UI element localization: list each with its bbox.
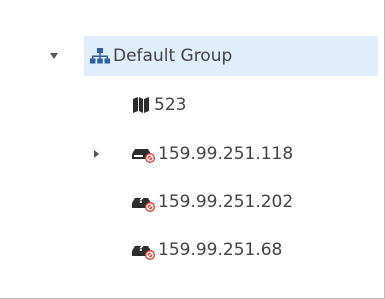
device-disabled-icon: [132, 144, 156, 164]
node-expand-caret[interactable]: [88, 146, 104, 162]
tree-node-device-159-99-251-202[interactable]: ? 159.99.251.202: [132, 182, 293, 222]
tree-node-label: 523: [154, 94, 187, 115]
device-unknown-disabled-icon: ?: [132, 192, 156, 212]
tree-node-map-523[interactable]: 523: [130, 85, 186, 125]
tree-node-device-159-99-251-118[interactable]: 159.99.251.118: [132, 134, 293, 174]
device-unknown-disabled-icon: ?: [132, 240, 156, 260]
network-group-icon: [89, 46, 111, 66]
svg-text:?: ?: [138, 241, 144, 254]
tree-node-label: 159.99.251.118: [158, 143, 294, 164]
caret-right-icon: [93, 150, 99, 158]
tree-node-default-group[interactable]: Default Group: [84, 36, 378, 76]
root-expand-caret[interactable]: [46, 48, 62, 64]
map-icon: [130, 95, 152, 115]
svg-text:?: ?: [138, 193, 144, 206]
caret-down-icon: [50, 53, 58, 59]
device-tree-panel: Default Group 523 159.99.251.118 ? 159.9…: [0, 0, 385, 299]
tree-node-label: 159.99.251.68: [158, 239, 283, 260]
tree-node-label: Default Group: [113, 45, 233, 66]
tree-node-device-159-99-251-68[interactable]: ? 159.99.251.68: [132, 230, 282, 270]
tree-node-label: 159.99.251.202: [158, 191, 294, 212]
